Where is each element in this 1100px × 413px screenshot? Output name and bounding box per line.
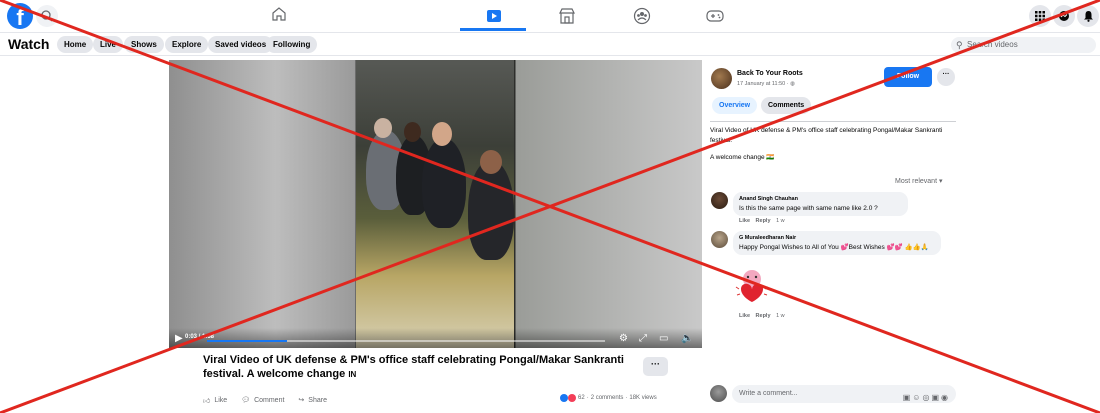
picture-in-picture-icon[interactable]: ▭ (659, 333, 668, 344)
commenter-name[interactable]: G Muraleedharan Nair (739, 234, 935, 243)
write-comment-placeholder: Write a comment... (739, 390, 798, 397)
love-reaction-icon (568, 394, 576, 402)
marketplace-icon[interactable] (555, 5, 579, 27)
video-controls: ▶ 0:03 / 1:58 ⚙ ⤢ ▭ 🔈 (169, 328, 702, 348)
write-comment-bar: Write a comment... ▣☺◎▣◉ (710, 385, 956, 405)
post-date: 17 January at 11:50 · ◍ (737, 81, 795, 87)
comment-text: Is this the same page with same name lik… (739, 205, 878, 212)
like-reaction-icon (560, 394, 568, 402)
video-person-head (480, 150, 502, 174)
like-label: Like (214, 396, 228, 404)
comment-meta: Like Reply 1 w (739, 218, 785, 224)
video-person (422, 138, 466, 228)
sort-dropdown[interactable]: Most relevant ▾ (895, 177, 942, 185)
divider (710, 121, 956, 122)
video-title-text: Viral Video of UK defense & PM's office … (203, 354, 624, 380)
tab-overview[interactable]: Overview (712, 97, 758, 114)
post-more-button[interactable]: ··· (937, 68, 955, 86)
menu-grid-icon[interactable] (1029, 5, 1051, 27)
post-description: Viral Video of UK defense & PM's office … (710, 127, 943, 144)
video-stats: 62 · 2 comments · 18K views (560, 394, 657, 402)
follow-button[interactable]: Follow (884, 67, 932, 87)
comments-count[interactable]: 2 comments (591, 395, 624, 401)
video-person (468, 160, 514, 260)
stats-separator: · (586, 395, 589, 401)
like-button[interactable]: 👍︎ Like (203, 396, 227, 405)
video-progress-fill (207, 340, 287, 342)
chip-shows[interactable]: Shows (124, 36, 164, 53)
search-videos-input[interactable]: ⚲ Search videos (951, 37, 1096, 53)
top-navigation-bar: f (0, 0, 1100, 33)
chip-explore[interactable]: Explore (165, 36, 209, 53)
write-comment-input[interactable]: Write a comment... ▣☺◎▣◉ (732, 385, 956, 403)
comment-reply-link[interactable]: Reply (756, 218, 771, 224)
video-title-suffix: IN (348, 370, 357, 379)
globe-icon: ◍ (790, 81, 795, 87)
comment-tools-icons[interactable]: ▣☺◎▣◉ (903, 389, 950, 407)
comment-age: 1 w (776, 313, 785, 319)
watch-icon[interactable] (482, 5, 506, 27)
fullscreen-icon[interactable]: ⤢ (639, 333, 647, 344)
share-label: Share (308, 396, 327, 404)
share-button[interactable]: ↪ Share (298, 396, 327, 405)
video-person-head (404, 122, 421, 142)
chip-live[interactable]: Live (93, 36, 124, 53)
search-icon: ⚲ (956, 40, 963, 50)
groups-icon[interactable] (630, 5, 654, 27)
comment-age: 1 w (776, 218, 785, 224)
page-name[interactable]: Back To Your Roots (737, 70, 803, 77)
settings-icon[interactable]: ⚙ (619, 333, 628, 344)
comment-icon: 💬︎ (241, 397, 251, 404)
home-icon[interactable] (270, 5, 288, 23)
comment-text: Happy Pongal Wishes to All of You 💕Best … (739, 244, 929, 251)
video-title: Viral Video of UK defense & PM's office … (203, 353, 633, 382)
video-player[interactable]: ▶ 0:03 / 1:58 ⚙ ⤢ ▭ 🔈 (169, 60, 702, 348)
current-user-avatar (710, 385, 727, 402)
comment-bubble: Anand Singh Chauhan Is this the same pag… (733, 192, 908, 216)
play-icon[interactable]: ▶ (175, 333, 183, 344)
chip-saved-videos[interactable]: Saved videos (208, 36, 274, 53)
views-count: 18K views (629, 395, 657, 401)
heart-sticker-image (733, 267, 771, 305)
comment-bubble: G Muraleedharan Nair Happy Pongal Wishes… (733, 231, 941, 255)
video-person-head (432, 122, 452, 146)
video-more-button[interactable]: ··· (643, 357, 668, 376)
video-frame (356, 60, 514, 348)
commenter-avatar[interactable] (711, 192, 728, 209)
commenter-avatar[interactable] (711, 231, 728, 248)
video-actions: 👍︎ Like 💬︎ Comment ↪ Share (203, 394, 327, 406)
watch-subnav: Watch Home Live Shows Explore Saved vide… (0, 33, 1100, 56)
video-person-head (374, 118, 392, 138)
chip-home[interactable]: Home (57, 36, 94, 53)
notifications-icon[interactable] (1077, 5, 1099, 27)
chip-following[interactable]: Following (266, 36, 318, 53)
stats-separator: · (625, 395, 628, 401)
commenter-name[interactable]: Anand Singh Chauhan (739, 195, 902, 204)
volume-icon[interactable]: 🔈 (681, 333, 693, 344)
video-progress-bar[interactable] (207, 340, 605, 342)
comment-like-link[interactable]: Like (739, 313, 750, 319)
facebook-logo[interactable]: f (7, 3, 33, 29)
search-icon[interactable] (36, 5, 58, 27)
reaction-count[interactable]: 62 (578, 395, 585, 401)
messenger-icon[interactable] (1053, 5, 1075, 27)
gaming-icon[interactable] (703, 5, 727, 27)
page-avatar[interactable] (711, 68, 732, 89)
active-tab-indicator (460, 28, 526, 31)
comment-like-link[interactable]: Like (739, 218, 750, 224)
post-description-2: A welcome change 🇮🇳 (710, 154, 775, 161)
comment-meta: Like Reply 1 w (739, 313, 785, 319)
post-date-text: 17 January at 11:50 · (737, 81, 791, 87)
like-icon: 👍︎ (203, 397, 211, 405)
page-title: Watch (8, 36, 50, 52)
comment-button[interactable]: 💬︎ Comment (241, 396, 285, 405)
search-placeholder: Search videos (967, 40, 1018, 49)
comment-label: Comment (254, 396, 285, 404)
tab-comments[interactable]: Comments (761, 97, 812, 114)
share-icon: ↪ (298, 397, 305, 404)
comment-reply-link[interactable]: Reply (756, 313, 771, 319)
